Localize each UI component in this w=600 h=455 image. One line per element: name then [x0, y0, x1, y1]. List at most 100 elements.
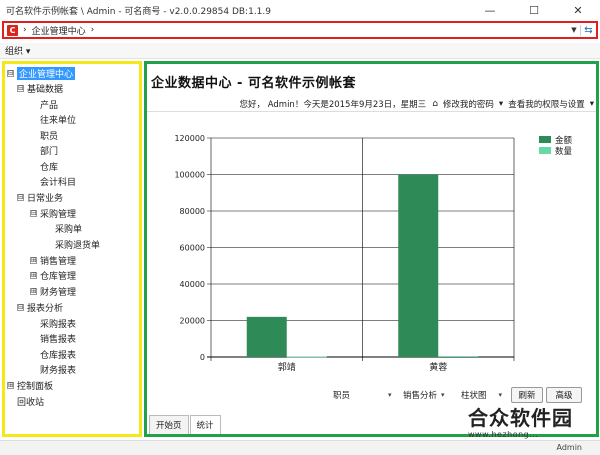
bar-数量 [286, 356, 327, 358]
content-panel: 企业数据中心 - 可名软件示例帐套 您好， Admin！今天是2015年9月23… [144, 61, 599, 437]
tab-start-page[interactable]: 开始页 [149, 415, 189, 434]
bar-金额 [398, 174, 439, 357]
address-bar[interactable]: C › 企业管理中心 › ▼ ⇆ [2, 21, 598, 39]
close-button[interactable]: ✕ [556, 0, 600, 20]
collapse-icon[interactable]: ⊟ [30, 210, 37, 217]
collapse-icon[interactable]: ⊟ [17, 85, 24, 92]
bar-金额 [246, 316, 287, 357]
y-tick-label: 60000 [180, 244, 205, 253]
staff-select[interactable]: 职员 ▾ [333, 389, 392, 401]
chart-type-select[interactable]: 柱状图 ▾ [461, 389, 502, 401]
title-bar: 可名软件示例帐套 \ Admin - 可名商号 - v2.0.0.29854 D… [0, 0, 600, 20]
y-tick-label: 0 [200, 353, 205, 362]
y-tick-label: 80000 [180, 207, 205, 216]
chart-area: 0 20000 40000 60000 80000 100000 120000 郭靖 黄蓉 金额数… [147, 116, 596, 378]
tree-item-partners[interactable]: 往来单位 [40, 112, 76, 127]
tree-item-label: 会计科目 [40, 178, 77, 188]
chevron-down-icon[interactable]: ▾ [499, 99, 503, 109]
tree-item-label: 仓库报表 [40, 351, 77, 361]
tree-item-label: 采购管理 [40, 210, 77, 220]
tree-item-label: 采购退货单 [55, 241, 101, 251]
tree-item-label: 企业管理中心 [17, 67, 76, 80]
tree-item-department[interactable]: 部门 [40, 143, 58, 158]
tree-item-staff[interactable]: 职员 [40, 128, 58, 143]
tree-item-finance-mgmt[interactable]: ⊞ 财务管理 [30, 284, 76, 299]
refresh-icon[interactable]: ⇆ [580, 24, 596, 36]
tree-item-purchase-return[interactable]: 采购退货单 [55, 237, 100, 252]
analysis-select[interactable]: 销售分析 ▾ [403, 389, 445, 401]
tree-item-sales-mgmt[interactable]: ⊞ 销售管理 [30, 253, 76, 268]
expand-icon[interactable]: ⊞ [30, 288, 37, 295]
tree-item-label: 往来单位 [40, 116, 77, 126]
home-icon[interactable]: ⌂ [432, 99, 438, 109]
greeting-text: 您好， Admin！今天是2015年9月23日，星期三 [239, 99, 427, 110]
watermark-url: www.hezhong... [468, 430, 539, 439]
tree-item-warehouse-report[interactable]: 仓库报表 [40, 347, 76, 362]
org-menu[interactable]: 组织 ▾ [5, 44, 30, 57]
tree-item-recycle-bin[interactable]: 回收站 [17, 394, 44, 409]
tree-item-label: 仓库管理 [40, 272, 77, 282]
menu-bar: 组织 ▾ [0, 43, 600, 59]
tree-item-label: 基础数据 [27, 85, 64, 95]
chevron-down-icon[interactable]: ▾ [499, 391, 503, 399]
tree-item-label: 财务管理 [40, 288, 77, 298]
tree-item-accounts[interactable]: 会计科目 [40, 174, 76, 189]
bar-数量 [438, 356, 479, 357]
chevron-down-icon[interactable]: ▾ [441, 391, 445, 399]
tree-item-label: 报表分析 [27, 304, 64, 314]
tree-item-purchase-mgmt[interactable]: ⊟ 采购管理 [30, 206, 76, 221]
advanced-button[interactable]: 高级 [546, 387, 582, 403]
expand-icon[interactable]: ⊞ [30, 272, 37, 279]
chevron-down-icon[interactable]: ▾ [590, 99, 594, 109]
page-title: 企业数据中心 - 可名软件示例帐套 [151, 76, 356, 91]
expand-icon[interactable]: ⊞ [30, 257, 37, 264]
tree-item-purchase-order[interactable]: 采购单 [55, 221, 82, 236]
tree-item-sales-report[interactable]: 销售报表 [40, 331, 76, 346]
legend-label: 数量 [555, 146, 573, 157]
change-password-link[interactable]: 修改我的密码 [443, 98, 494, 110]
tree-item-label: 采购报表 [40, 320, 77, 330]
tree-item-label: 产品 [40, 101, 59, 111]
tree-item-label: 仓库 [40, 163, 59, 173]
legend-swatch [539, 136, 551, 143]
tree-item-warehouse[interactable]: 仓库 [40, 159, 58, 174]
tree-item-product[interactable]: 产品 [40, 97, 58, 112]
window-title: 可名软件示例帐套 \ Admin - 可名商号 - v2.0.0.29854 D… [6, 6, 271, 17]
tree-item-daily-business[interactable]: ⊟ 日常业务 [17, 190, 63, 205]
breadcrumb-segment[interactable]: 企业管理中心 [32, 24, 86, 37]
tree-item-label: 职员 [40, 132, 59, 142]
tree-item-warehouse-mgmt[interactable]: ⊞ 仓库管理 [30, 268, 76, 283]
minimize-button[interactable]: — [468, 0, 512, 20]
tree-item-finance-report[interactable]: 财务报表 [40, 362, 76, 377]
chevron-down-icon[interactable]: ▾ [388, 391, 392, 399]
tab-statistics[interactable]: 统计 [189, 415, 221, 434]
breadcrumb-arrow-icon[interactable]: › [91, 25, 95, 35]
legend-swatch [539, 147, 551, 154]
analysis-select-value: 销售分析 [403, 391, 438, 401]
tree-item-purchase-report[interactable]: 采购报表 [40, 316, 76, 331]
collapse-icon[interactable]: ⊟ [17, 304, 24, 311]
maximize-button[interactable]: ☐ [512, 0, 556, 20]
tree-item-enterprise-center[interactable]: ⊟ 企业管理中心 [7, 66, 76, 81]
tree-item-label: 控制面板 [17, 382, 54, 392]
tree-item-basic-data[interactable]: ⊟ 基础数据 [17, 81, 63, 96]
tree-item-control-panel[interactable]: ⊞ 控制面板 [7, 378, 53, 393]
tree-item-label: 销售管理 [40, 257, 77, 267]
watermark: 合众软件园 www.hezhong... [468, 406, 598, 454]
breadcrumb-arrow-icon[interactable]: › [23, 25, 27, 35]
address-dropdown-icon[interactable]: ▼ [568, 26, 580, 34]
app-logo-icon: C [7, 24, 18, 36]
tree-item-label: 日常业务 [27, 194, 64, 204]
y-tick-label: 20000 [180, 317, 205, 326]
tab-bar: 开始页 统计 [149, 415, 222, 434]
collapse-icon[interactable]: ⊟ [17, 194, 24, 201]
collapse-icon[interactable]: ⊟ [7, 70, 14, 77]
refresh-button[interactable]: 刷新 [511, 387, 543, 403]
view-permissions-link[interactable]: 查看我的权限与设置 [508, 98, 585, 110]
x-tick-label: 郭靖 [278, 361, 296, 373]
tree-item-label: 部门 [40, 147, 59, 157]
legend-label: 金额 [555, 135, 573, 146]
expand-icon[interactable]: ⊞ [7, 382, 14, 389]
chart-controls: 职员 ▾ 销售分析 ▾ 柱状图 ▾ 刷新 高级 [147, 386, 596, 406]
tree-item-reports[interactable]: ⊟ 报表分析 [17, 300, 63, 315]
